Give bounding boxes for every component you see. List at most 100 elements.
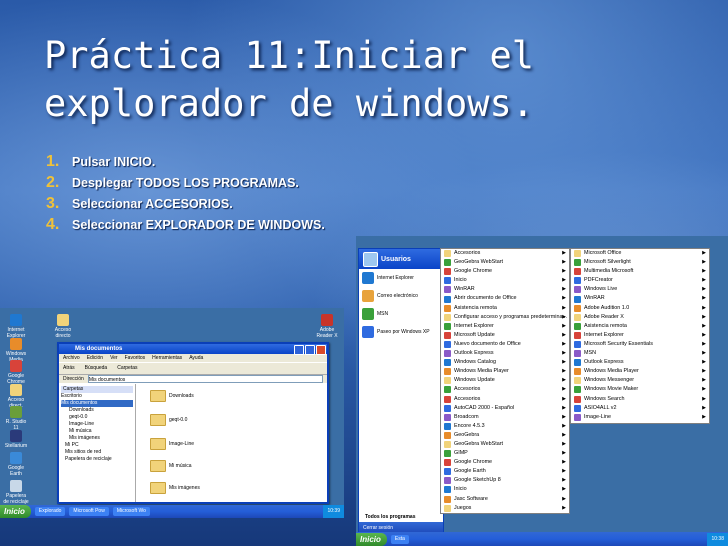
program-menu-item[interactable]: Accesorios ▶ xyxy=(441,385,569,394)
program-menu-item[interactable]: Asistencia remota ▶ xyxy=(441,304,569,313)
program-menu-item[interactable]: GeoGebra ▶ xyxy=(441,431,569,440)
program-menu-item[interactable]: Accesorios ▶ xyxy=(441,249,569,258)
desktop-icon[interactable]: Google Earth xyxy=(3,452,29,477)
program-menu-item[interactable]: Abrir documento de Office ▶ xyxy=(441,294,569,303)
program-menu-item[interactable]: Google Chrome ▶ xyxy=(441,458,569,467)
folder-item[interactable]: Mis imágenes xyxy=(150,482,200,494)
program-menu-item[interactable]: WinRAR ▶ xyxy=(571,294,709,303)
back-button[interactable]: Atrás xyxy=(63,363,75,374)
program-menu-item[interactable]: Google Earth ▶ xyxy=(441,467,569,476)
program-menu-item[interactable]: Adobe Audition 1.0 ▶ xyxy=(571,304,709,313)
all-programs-button[interactable]: Todos los programas xyxy=(359,514,443,520)
program-menu-item[interactable]: Google SketchUp 8 ▶ xyxy=(441,476,569,485)
folder-item[interactable]: Downloads xyxy=(150,390,194,402)
search-button[interactable]: Búsqueda xyxy=(85,363,108,374)
program-menu-item[interactable]: Outlook Express ▶ xyxy=(441,349,569,358)
desktop-icon[interactable]: Google Chrome xyxy=(3,360,29,385)
program-menu-item[interactable]: Windows Live ▶ xyxy=(571,285,709,294)
program-menu-item[interactable]: Outlook Express ▶ xyxy=(571,358,709,367)
explorer-window[interactable]: Mis documentos Archivo Edición Ver Favor… xyxy=(57,342,329,504)
taskbar-task[interactable]: Microsoft Wo xyxy=(112,507,150,516)
pinned-item[interactable]: Internet Explorer xyxy=(359,269,443,287)
taskbar-task[interactable]: Microsoft Pow xyxy=(69,507,109,516)
pinned-item[interactable]: Correo electrónico xyxy=(359,287,443,305)
program-menu-item[interactable]: Windows Media Player ▶ xyxy=(571,367,709,376)
program-label: Jasc Software xyxy=(454,495,488,502)
program-menu-item[interactable]: GeoGebra WebStart ▶ xyxy=(441,440,569,449)
program-menu-item[interactable]: MSN ▶ xyxy=(571,349,709,358)
program-menu-item[interactable]: Encore 4.5.3 ▶ xyxy=(441,422,569,431)
program-menu-item[interactable]: Windows Update ▶ xyxy=(441,376,569,385)
program-menu-item[interactable]: Microsoft Update ▶ xyxy=(441,331,569,340)
maximize-button[interactable] xyxy=(305,345,315,355)
program-menu-item[interactable]: Windows Catalog ▶ xyxy=(441,358,569,367)
desktop-icon[interactable]: Stellarium xyxy=(3,430,29,449)
start-button[interactable]: Inicio xyxy=(0,505,31,518)
close-button[interactable] xyxy=(316,345,326,355)
program-menu-item[interactable]: AutoCAD 2000 - Español ▶ xyxy=(441,404,569,413)
program-menu-item[interactable]: PDFCreator ▶ xyxy=(571,276,709,285)
program-menu-item[interactable]: Microsoft Office ▶ xyxy=(571,249,709,258)
menu-archivo[interactable]: Archivo xyxy=(63,354,80,362)
menu-herramientas[interactable]: Herramientas xyxy=(152,354,182,362)
program-menu-item[interactable]: WinRAR ▶ xyxy=(441,285,569,294)
program-menu-item[interactable]: Windows Search ▶ xyxy=(571,395,709,404)
program-menu-item[interactable]: Accesorios ▶ xyxy=(441,395,569,404)
pinned-item[interactable]: Paseo por Windows XP xyxy=(359,323,443,341)
tree-item[interactable]: Escritorio xyxy=(61,393,133,400)
tree-item[interactable]: Downloads xyxy=(61,407,133,414)
program-menu-item[interactable]: Image-Line ▶ xyxy=(571,413,709,422)
logoff-button[interactable]: Cerrar sesión xyxy=(363,525,393,531)
program-menu-item[interactable]: Inicio ▶ xyxy=(441,485,569,494)
address-input[interactable]: Mis documentos xyxy=(87,375,323,383)
taskbar-task[interactable]: Explorado xyxy=(34,507,66,516)
folder-item[interactable]: geqt-0.0 xyxy=(150,414,187,426)
tree-item[interactable]: geqt-0.0 xyxy=(61,414,133,421)
program-menu-item[interactable]: Microsoft Silverlight ▶ xyxy=(571,258,709,267)
program-menu-item[interactable]: GeoGebra WebStart ▶ xyxy=(441,258,569,267)
program-menu-item[interactable]: Internet Explorer ▶ xyxy=(441,322,569,331)
window-titlebar[interactable]: Mis documentos xyxy=(59,344,327,355)
tree-item[interactable]: Mis imágenes xyxy=(61,435,133,442)
tree-item[interactable]: Image-Line xyxy=(61,421,133,428)
start-button[interactable]: Inicio xyxy=(356,532,387,546)
desktop-icon[interactable]: Acceso directo xyxy=(50,314,76,339)
program-menu-item[interactable]: Google Chrome ▶ xyxy=(441,267,569,276)
folder-item[interactable]: Image-Line xyxy=(150,438,194,450)
submenu-arrow-icon: ▶ xyxy=(702,331,706,338)
desktop-icon[interactable]: Internet Explorer xyxy=(3,314,29,339)
program-menu-item[interactable]: Multimedia Microsoft ▶ xyxy=(571,267,709,276)
program-menu-item[interactable]: Juegos ▶ xyxy=(441,504,569,513)
program-menu-item[interactable]: Windows Messenger ▶ xyxy=(571,376,709,385)
tree-item[interactable]: Papelera de reciclaje xyxy=(61,456,133,463)
program-menu-item[interactable]: GIMP ▶ xyxy=(441,449,569,458)
tree-item[interactable]: Mis sitios de red xyxy=(61,449,133,456)
tree-item[interactable]: Mi PC xyxy=(61,442,133,449)
minimize-button[interactable] xyxy=(294,345,304,355)
program-menu-item[interactable]: Windows Media Player ▶ xyxy=(441,367,569,376)
pinned-item[interactable]: MSN xyxy=(359,305,443,323)
desktop-icon[interactable]: Papelera de reciclaje xyxy=(3,480,29,505)
taskbar-task[interactable]: Esta xyxy=(390,534,409,544)
desktop-icon[interactable]: R. Studio 11 xyxy=(3,406,29,431)
tree-item[interactable]: Mis documentos xyxy=(61,400,133,407)
program-menu-item[interactable]: Jasc Software ▶ xyxy=(441,495,569,504)
program-menu-item[interactable]: ASIO4ALL v2 ▶ xyxy=(571,404,709,413)
program-menu-item[interactable]: Adobe Reader X ▶ xyxy=(571,313,709,322)
program-menu-item[interactable]: Internet Explorer ▶ xyxy=(571,331,709,340)
menu-ayuda[interactable]: Ayuda xyxy=(189,354,203,362)
program-menu-item[interactable]: Microsoft Security Essentials ▶ xyxy=(571,340,709,349)
folder-item[interactable]: Mi música xyxy=(150,460,192,472)
menu-ver[interactable]: Ver xyxy=(110,354,118,362)
program-menu-item[interactable]: Nuevo documento de Office ▶ xyxy=(441,340,569,349)
desktop-icon[interactable]: Adobe Reader X xyxy=(314,314,340,339)
program-menu-item[interactable]: Configurar acceso y programas predetermi… xyxy=(441,313,569,322)
menu-favoritos[interactable]: Favoritos xyxy=(125,354,146,362)
tree-item[interactable]: Mi música xyxy=(61,428,133,435)
program-menu-item[interactable]: Inicio ▶ xyxy=(441,276,569,285)
program-menu-item[interactable]: Windows Movie Maker ▶ xyxy=(571,385,709,394)
folders-button[interactable]: Carpetas xyxy=(117,363,137,374)
menu-edicion[interactable]: Edición xyxy=(87,354,103,362)
program-menu-item[interactable]: Asistencia remota ▶ xyxy=(571,322,709,331)
program-menu-item[interactable]: Broadcom ▶ xyxy=(441,413,569,422)
